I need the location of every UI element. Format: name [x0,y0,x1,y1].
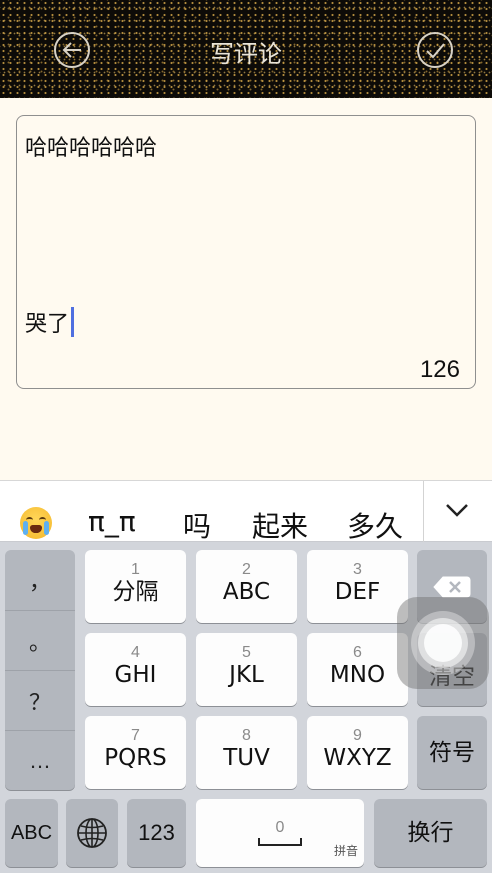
key-7-pqrs[interactable]: 7 PQRS [85,716,186,789]
key-number: 5 [242,643,251,661]
key-label: 换行 [407,820,454,846]
text-caret [71,307,75,337]
assistive-ring-inner [424,624,462,662]
space-key[interactable]: 0 拼音 [196,799,364,867]
key-number: 8 [242,726,251,744]
key-label: MNO [329,661,386,688]
tear-right [44,521,49,535]
candidate-item[interactable]: 多久 [347,505,403,545]
key-number: 2 [242,560,251,578]
key-label: 123 [138,820,175,845]
key-number: 0 [275,819,285,836]
key-4-ghi[interactable]: 4 GHI [85,633,186,706]
key-label: ABC [10,822,53,844]
key-2-abc[interactable]: 2 ABC [196,550,297,623]
key-3-def[interactable]: 3 DEF [307,550,408,623]
key-label: TUV [223,744,270,771]
keyboard: ， 。 ？ … 1 分隔 2 ABC 3 DEF 4 GHI 5 JKL 6 M… [0,542,492,873]
key-label: WXYZ [323,744,392,771]
assistive-touch-button[interactable] [397,597,489,689]
tear-left [23,521,28,535]
crying-face-emoji[interactable] [20,507,52,539]
key-number: 3 [353,560,362,578]
space-hint: 拼音 [333,844,358,858]
comment-line-2-text: 哭了 [25,312,70,337]
punct-question-key[interactable]: ？ [5,670,75,730]
key-label: DEF [334,578,381,605]
chevron-down-icon[interactable] [445,502,469,518]
key-label: GHI [114,661,157,688]
candidate-divider [423,481,424,543]
key-number: 4 [131,643,140,661]
backspace-icon [433,576,471,597]
comment-line-1: 哈哈哈哈哈哈 [25,136,158,161]
punct-comma-key[interactable]: ， [5,550,75,610]
emoji-mouth [30,525,42,533]
key-5-jkl[interactable]: 5 JKL [196,633,297,706]
key-number: 9 [353,726,362,744]
key-number: 7 [131,726,140,744]
comment-textarea[interactable]: 哈哈哈哈哈哈 哭了 126 [16,115,476,389]
abc-mode-key[interactable]: ABC [5,799,58,867]
candidate-item[interactable]: 吗 [183,505,211,545]
candidate-item[interactable]: π_π [88,505,136,538]
checkmark-icon [426,43,445,59]
key-6-mno[interactable]: 6 MNO [307,633,408,706]
key-1-separator[interactable]: 1 分隔 [85,550,186,623]
candidate-bar: π_π 吗 起来 多久 [0,480,492,545]
key-9-wxyz[interactable]: 9 WXYZ [307,716,408,789]
remaining-char-count: 126 [419,356,460,383]
number-mode-key[interactable]: 123 [127,799,186,867]
punct-period-key[interactable]: 。 [5,610,75,670]
key-label: PQRS [104,744,167,771]
globe-icon [77,818,107,848]
candidate-item[interactable]: 起来 [252,505,308,545]
key-number: 1 [131,560,140,578]
symbol-key[interactable]: 符号 [417,716,487,789]
key-label: ABC [222,578,271,605]
comment-line-2: 哭了 [25,306,75,338]
confirm-button[interactable] [417,32,453,68]
return-key[interactable]: 换行 [374,799,487,867]
key-label: 符号 [429,739,475,766]
key-number: 6 [353,643,362,661]
navigation-header: 写评论 [0,0,492,98]
punctuation-column: ， 。 ？ … [5,550,75,790]
space-underscore-icon [258,838,302,846]
key-8-tuv[interactable]: 8 TUV [196,716,297,789]
punct-ellipsis-key[interactable]: … [5,730,75,790]
globe-key[interactable] [66,799,118,867]
key-label: 分隔 [112,578,159,605]
key-label: JKL [229,661,264,688]
